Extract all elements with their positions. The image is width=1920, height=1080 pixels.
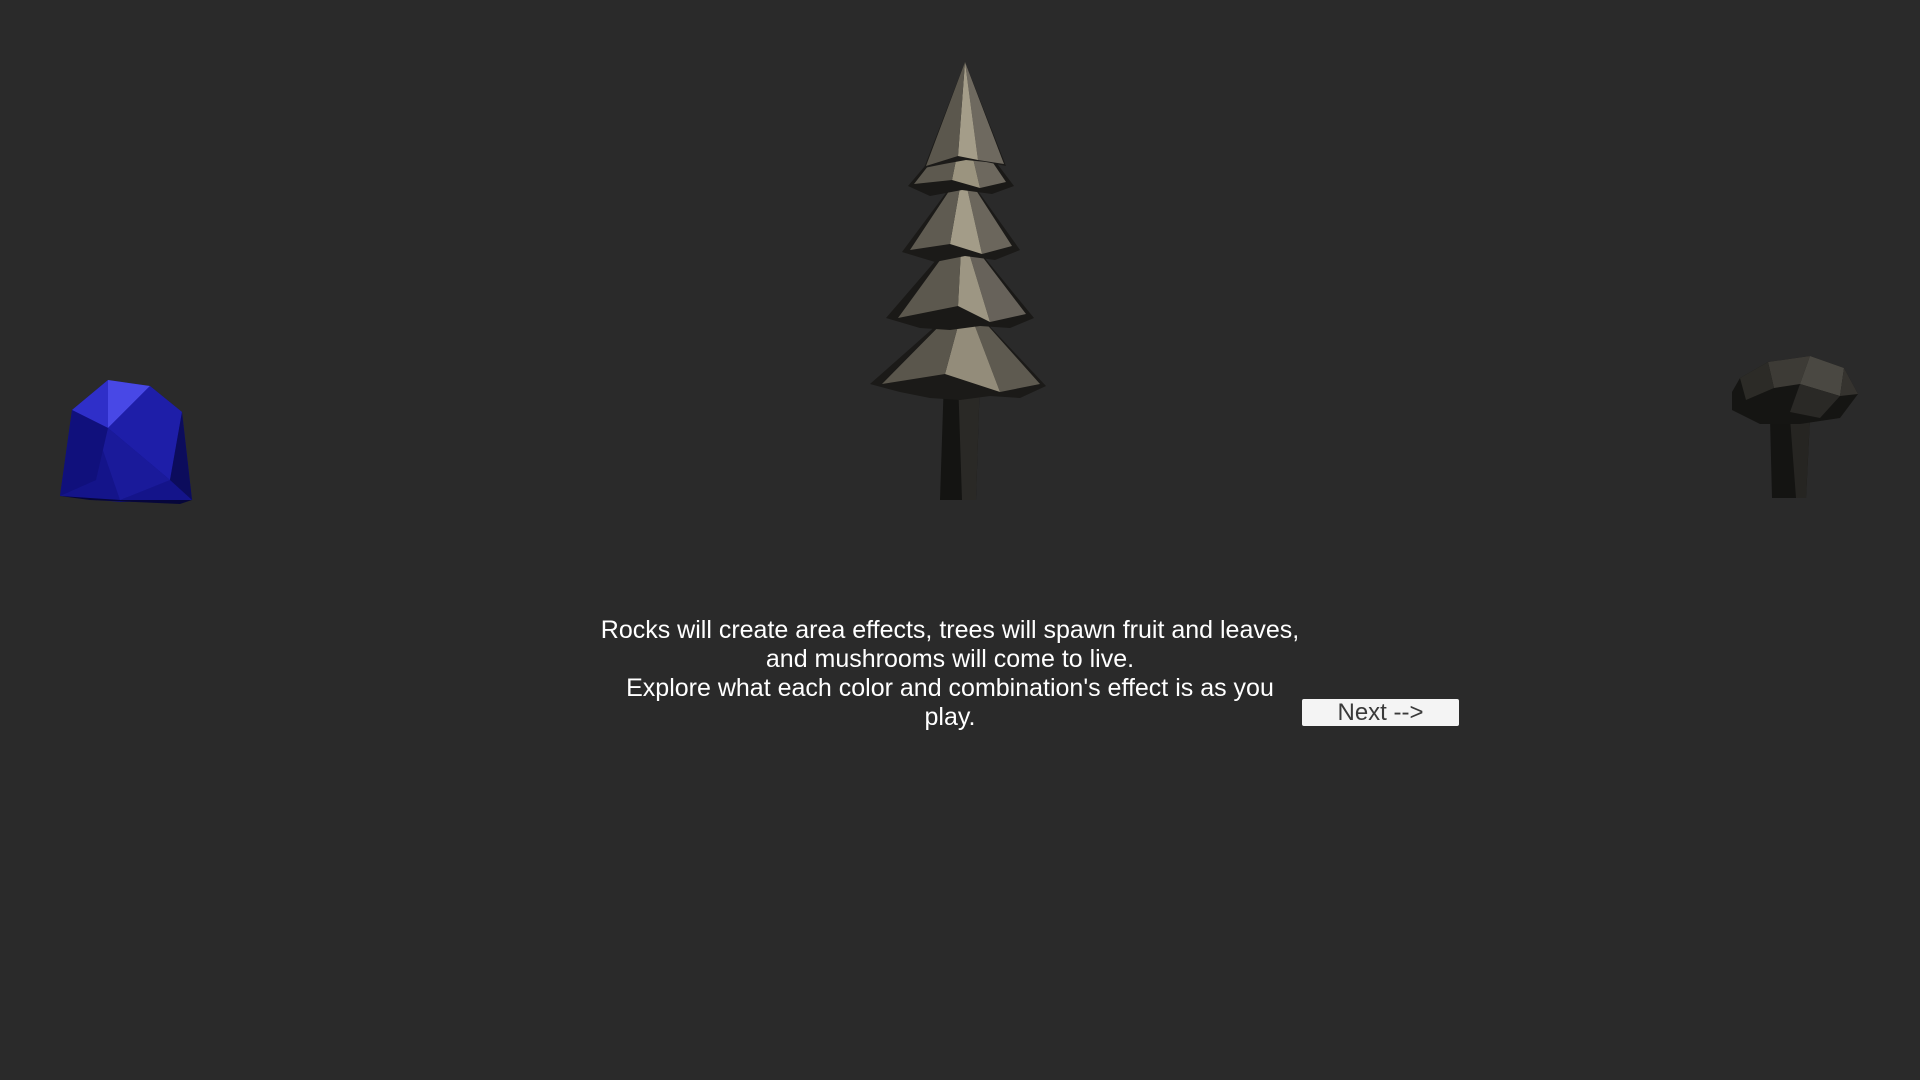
scene-props (60, 62, 1858, 504)
next-button[interactable]: Next --> (1302, 699, 1459, 726)
pine-tree (870, 62, 1046, 500)
game-scene: Rocks will create area effects, trees wi… (0, 0, 1920, 1080)
tutorial-message: Rocks will create area effects, trees wi… (600, 616, 1300, 731)
blue-rock (60, 380, 192, 504)
mushroom (1732, 356, 1858, 498)
